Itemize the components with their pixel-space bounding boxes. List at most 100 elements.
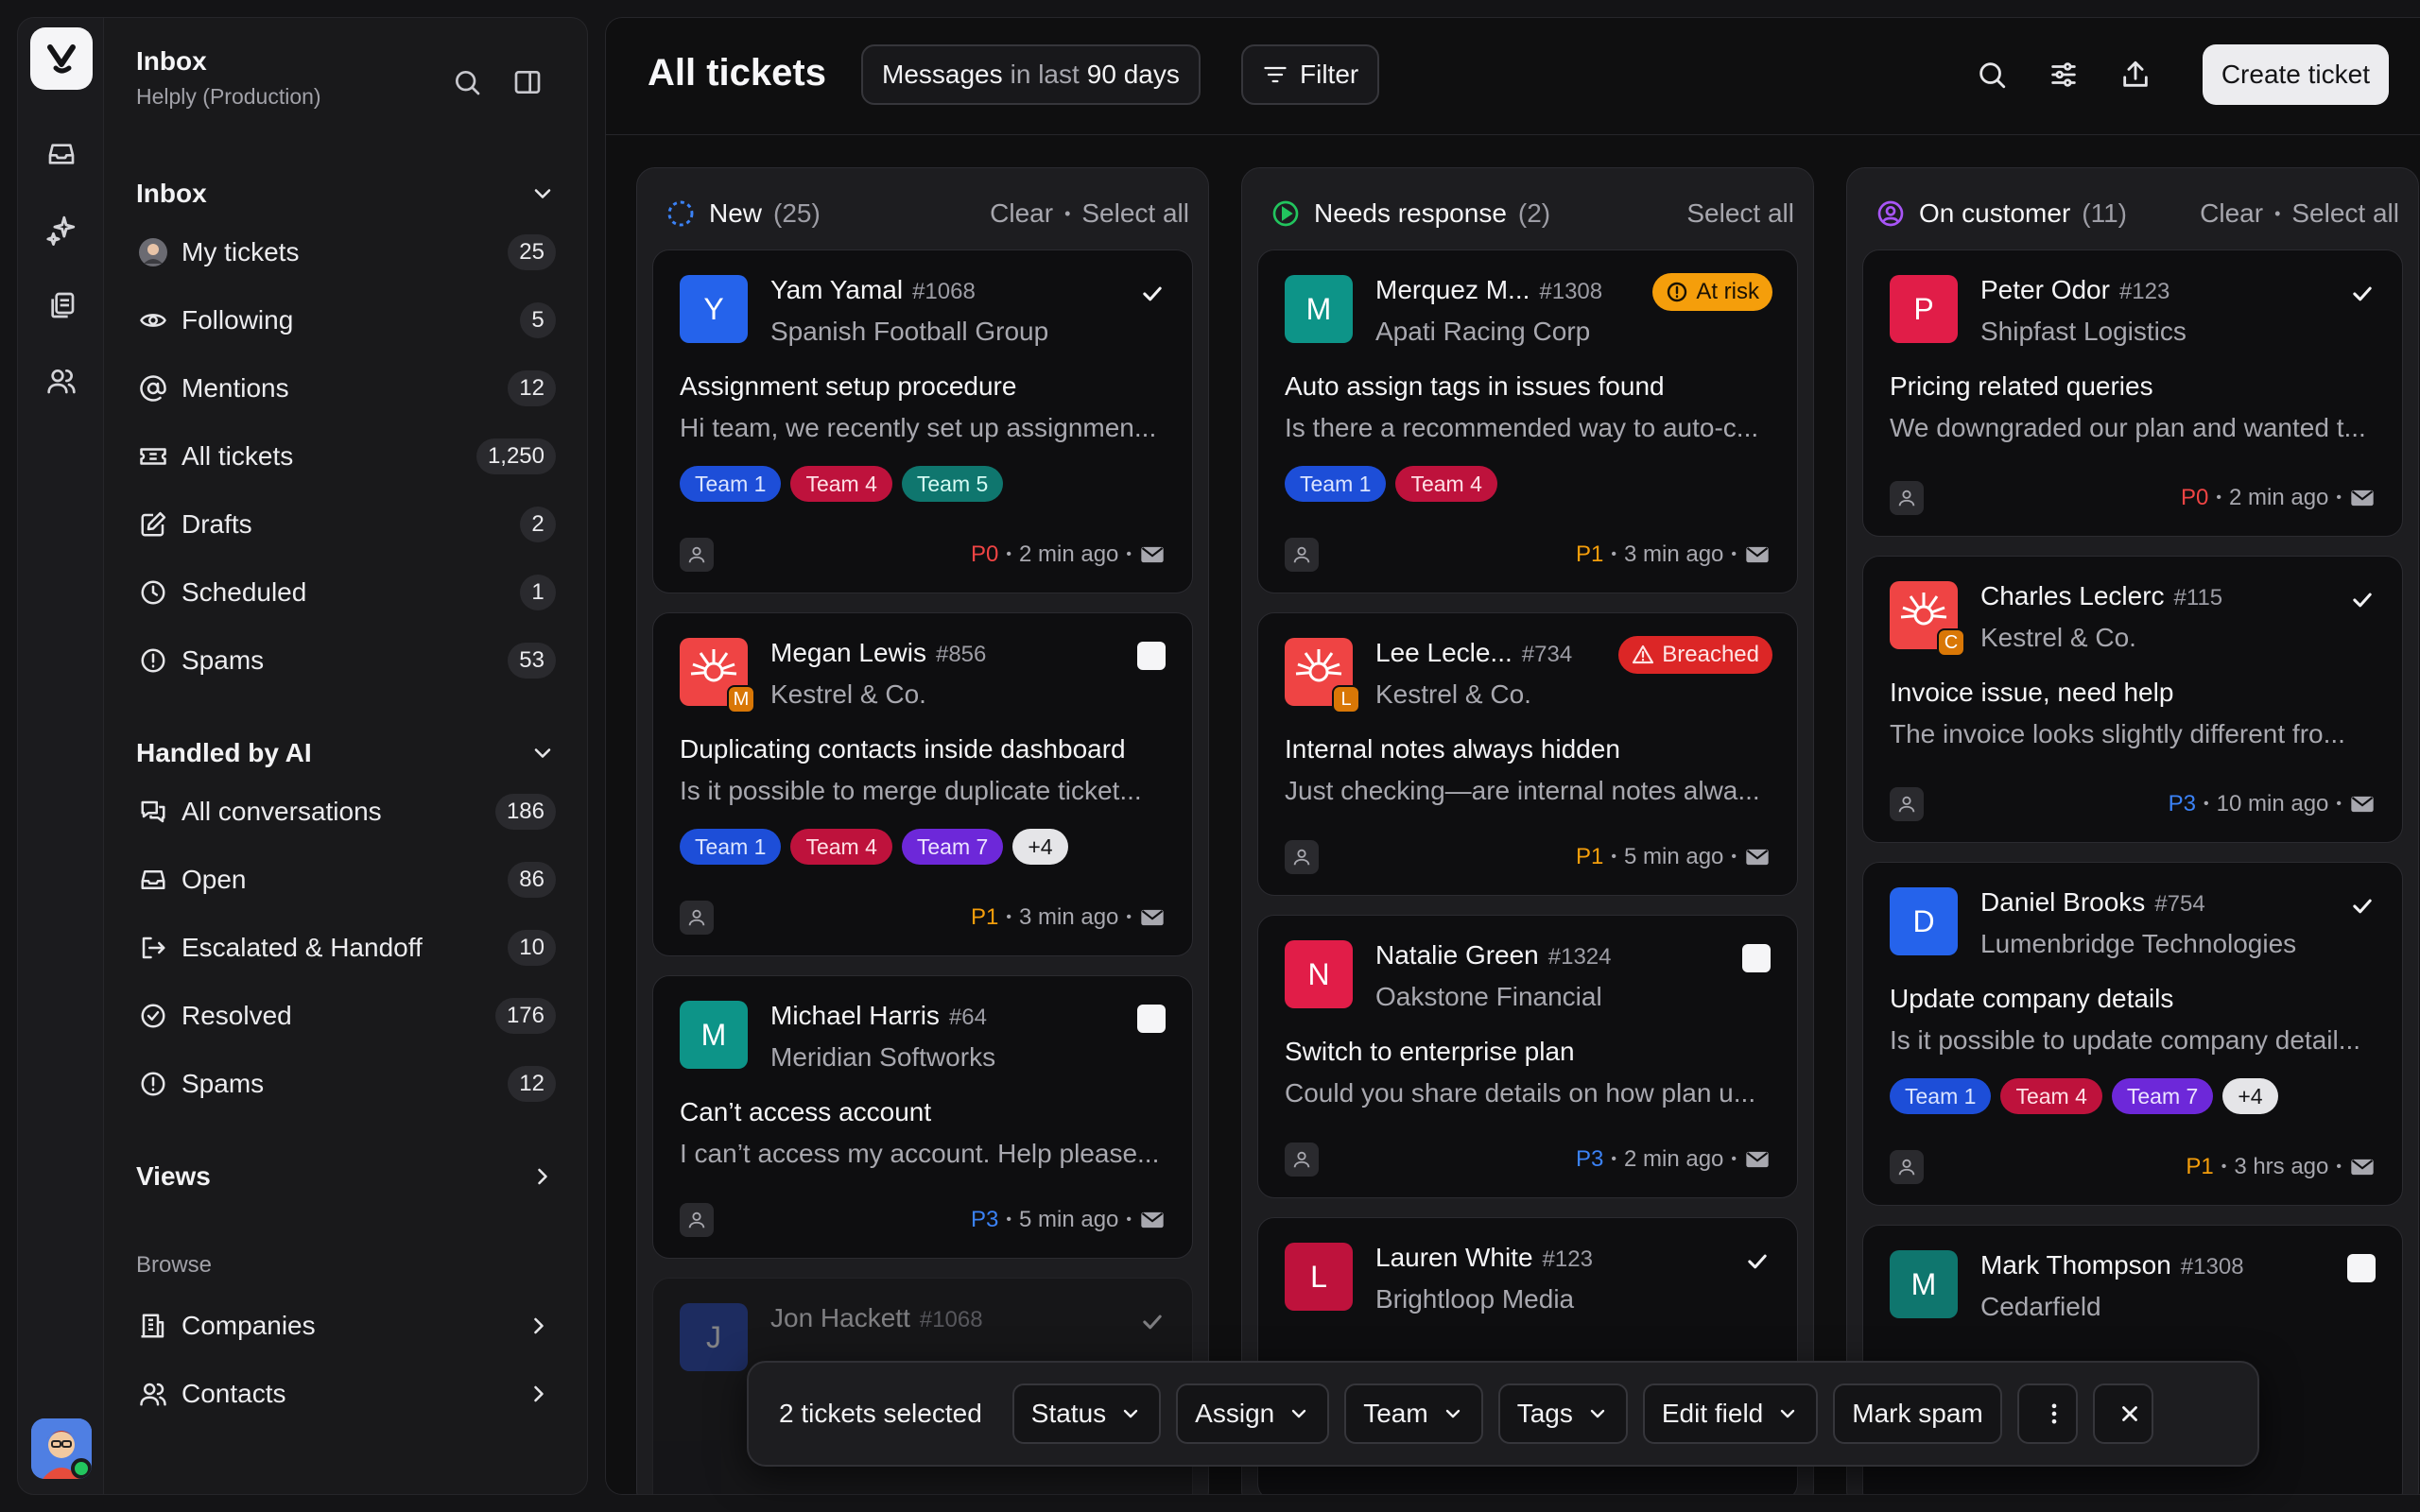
select-checkbox[interactable]	[1742, 944, 1771, 972]
user-avatar[interactable]	[31, 1418, 92, 1479]
tag[interactable]: Team 7	[2111, 1078, 2214, 1114]
inbox-icon[interactable]	[43, 135, 80, 173]
create-ticket-button[interactable]: Create ticket	[2202, 44, 2389, 105]
assign-dropdown[interactable]: Assign	[1176, 1383, 1330, 1444]
sidebar-item-open[interactable]: Open 86	[136, 853, 556, 906]
assignee-icon[interactable]	[680, 1203, 714, 1237]
ticket-card[interactable]: Y Yam Yamal #1068 Spanish Football Group …	[652, 249, 1193, 593]
app-logo[interactable]	[30, 27, 93, 90]
assignee-icon[interactable]	[1890, 787, 1924, 821]
tag[interactable]: Team 1	[680, 466, 782, 502]
column-on-customer: On customer (11) Clear • Select all P Pe…	[1846, 167, 2419, 1494]
ticket-card[interactable]: D Daniel Brooks #754 Lumenbridge Technolo…	[1862, 862, 2403, 1206]
mark-spam-button[interactable]: Mark spam	[1833, 1383, 2002, 1444]
clear-button[interactable]: Clear	[990, 198, 1053, 229]
ticket-preview: We downgraded our plan and wanted t...	[1890, 413, 2366, 442]
sidebar-item-mentions[interactable]: Mentions 12	[136, 362, 556, 415]
ticket-card[interactable]: M Merquez M... #1308 Apati Racing Corp At…	[1257, 249, 1798, 593]
ticket-card[interactable]: M Michael Harris #64 Meridian Softworks C…	[652, 975, 1193, 1259]
more-tags-badge[interactable]: +4	[1012, 829, 1068, 865]
ticket-card[interactable]: N Natalie Green #1324 Oakstone Financial …	[1257, 915, 1798, 1198]
tag[interactable]: Team 1	[680, 829, 782, 865]
priority-label: P3	[971, 1207, 999, 1232]
ticket-card[interactable]: C Charles Leclerc #115 Kestrel & Co. Invo…	[1862, 556, 2403, 843]
ticket-card[interactable]: P Peter Odor #123 Shipfast Logistics Pric…	[1862, 249, 2403, 537]
assignee-icon[interactable]	[680, 538, 714, 572]
tag[interactable]: Team 4	[1395, 466, 1497, 502]
select-checkbox[interactable]	[1137, 642, 1166, 670]
assignee-icon[interactable]	[1890, 1150, 1924, 1184]
assignee-icon[interactable]	[1285, 840, 1319, 874]
column-name: Needs response	[1314, 198, 1507, 228]
assignee-icon[interactable]	[1285, 1143, 1319, 1177]
checked-icon[interactable]	[1742, 1246, 1772, 1277]
tag[interactable]: Team 1	[1890, 1078, 1992, 1114]
sidebar-item-all-conversations[interactable]: All conversations 186	[136, 785, 556, 838]
select-checkbox[interactable]	[1137, 1005, 1166, 1033]
tag[interactable]: Team 5	[901, 466, 1004, 502]
search-icon[interactable]	[450, 65, 484, 99]
ticket-card[interactable]: L Lee Lecle... #734 Kestrel & Co. Breache…	[1257, 612, 1798, 896]
contact-avatar: P	[1890, 275, 1958, 343]
handled-by-ai-section-header[interactable]: Handled by AI	[136, 732, 556, 774]
select-checkbox[interactable]	[2347, 1254, 2376, 1282]
sidebar-item-drafts[interactable]: Drafts 2	[136, 498, 556, 551]
sidebar-item-ai-spams[interactable]: Spams 12	[136, 1057, 556, 1110]
filter-button[interactable]: Filter	[1241, 44, 1380, 105]
contact-name: Megan Lewis	[770, 638, 926, 667]
sidebar-item-my-tickets[interactable]: My tickets 25	[136, 226, 556, 279]
alert-circle-icon	[136, 1067, 170, 1101]
contacts-icon[interactable]	[43, 362, 80, 400]
sidebar-item-resolved[interactable]: Resolved 176	[136, 989, 556, 1042]
tag[interactable]: Team 4	[790, 466, 892, 502]
settings-sliders-icon[interactable]	[2045, 56, 2083, 94]
tags-label: Tags	[1516, 1399, 1573, 1428]
sidebar-item-spams[interactable]: Spams 53	[136, 634, 556, 687]
ticket-subject: Pricing related queries	[1890, 371, 2153, 401]
edit-field-dropdown[interactable]: Edit field	[1642, 1383, 1819, 1444]
assignee-icon[interactable]	[1890, 481, 1924, 515]
tag[interactable]: Team 4	[790, 829, 892, 865]
tag[interactable]: Team 1	[1285, 466, 1387, 502]
team-dropdown[interactable]: Team	[1344, 1383, 1483, 1444]
ai-sparkle-icon[interactable]	[43, 211, 80, 249]
sidebar-item-escalated-handoff[interactable]: Escalated & Handoff 10	[136, 921, 556, 974]
knowledge-base-icon[interactable]	[43, 286, 80, 324]
checked-icon[interactable]	[2347, 279, 2377, 309]
views-section-header[interactable]: Views	[136, 1156, 556, 1197]
sidebar-item-all-tickets[interactable]: All tickets 1,250	[136, 430, 556, 483]
sidebar-item-label: Contacts	[182, 1379, 286, 1408]
tags-dropdown[interactable]: Tags	[1497, 1383, 1628, 1444]
sidebar-item-following[interactable]: Following 5	[136, 294, 556, 347]
sidebar-item-scheduled[interactable]: Scheduled 1	[136, 566, 556, 619]
checked-icon[interactable]	[1137, 1307, 1167, 1337]
ticket-card[interactable]: M Megan Lewis #856 Kestrel & Co. Duplicat…	[652, 612, 1193, 956]
status-dropdown[interactable]: Status	[1011, 1383, 1162, 1444]
export-icon[interactable]	[2117, 56, 2154, 94]
tag[interactable]: Team 4	[2000, 1078, 2102, 1114]
tag[interactable]: Team 7	[901, 829, 1004, 865]
contact-name: Peter Odor	[1980, 275, 2110, 304]
clear-button[interactable]: Clear	[2200, 198, 2263, 229]
sidebar-item-contacts[interactable]: Contacts	[136, 1367, 556, 1420]
assignee-icon[interactable]	[680, 901, 714, 935]
select-all-button[interactable]: Select all	[1081, 198, 1189, 229]
workspace-header[interactable]: Inbox Helply (Production)	[136, 46, 321, 110]
search-icon[interactable]	[1973, 56, 2011, 94]
ticket-preview: Hi team, we recently set up assignmen...	[680, 413, 1157, 442]
inbox-section-header[interactable]: Inbox	[136, 173, 556, 215]
select-all-button[interactable]: Select all	[1686, 198, 1794, 229]
close-icon[interactable]	[2092, 1383, 2153, 1444]
select-all-button[interactable]: Select all	[2291, 198, 2399, 229]
assignee-icon[interactable]	[1285, 538, 1319, 572]
checked-icon[interactable]	[2347, 891, 2377, 921]
sidebar-item-companies[interactable]: Companies	[136, 1299, 556, 1352]
count-badge: 25	[508, 234, 556, 270]
more-options-icon[interactable]	[2016, 1383, 2078, 1444]
date-range-filter[interactable]: Messages in last 90 days	[861, 44, 1201, 105]
checked-icon[interactable]	[2347, 585, 2377, 615]
checked-icon[interactable]	[1137, 279, 1167, 309]
more-tags-badge[interactable]: +4	[2222, 1078, 2278, 1114]
count-badge: 5	[520, 302, 556, 338]
sidebar-toggle-icon[interactable]	[510, 65, 544, 99]
